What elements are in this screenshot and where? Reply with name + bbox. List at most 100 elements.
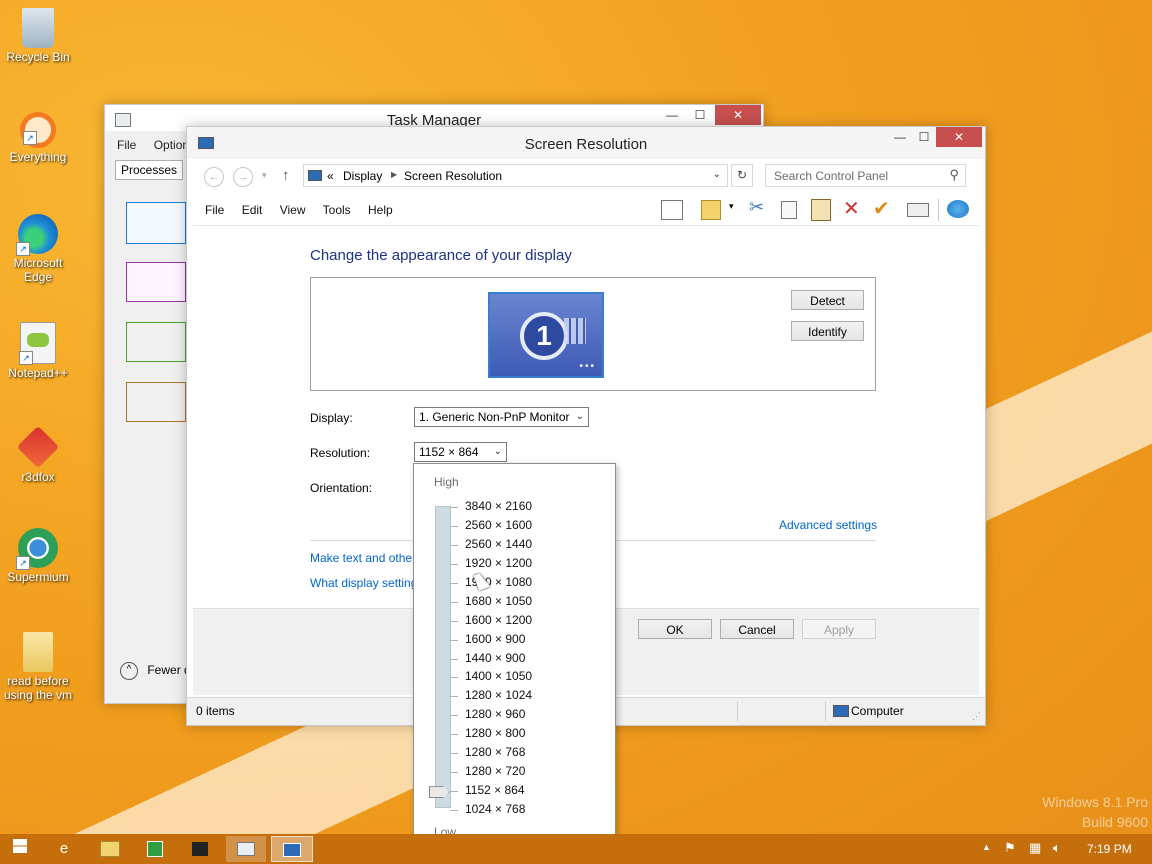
resolution-slider-track[interactable]: [435, 506, 451, 808]
control-panel-icon: [308, 170, 322, 181]
volume-muted-icon[interactable]: 🔈︎: [1053, 840, 1061, 856]
tray-overflow-icon[interactable]: ▲: [982, 842, 991, 852]
resolution-option[interactable]: 1280 × 720: [465, 764, 525, 778]
ok-button[interactable]: OK: [638, 619, 712, 639]
menu-file[interactable]: File: [117, 138, 136, 152]
slider-tick: [450, 563, 458, 565]
checkmark-icon[interactable]: ✔: [873, 196, 890, 221]
resize-grip-icon[interactable]: ⋰: [972, 711, 981, 722]
resolution-option[interactable]: 1920 × 1200: [465, 556, 532, 570]
resolution-option[interactable]: 1400 × 1050: [465, 669, 532, 683]
network-cloud-icon[interactable]: [947, 200, 969, 218]
advanced-settings-link[interactable]: Advanced settings: [779, 518, 877, 532]
back-button[interactable]: ←: [204, 167, 224, 187]
resolution-option[interactable]: 1680 × 1050: [465, 594, 532, 608]
perf-graph-cpu[interactable]: [126, 202, 186, 244]
detect-button[interactable]: Detect: [791, 290, 864, 310]
display-select[interactable]: 1. Generic Non-PnP Monitor ⌄: [414, 407, 589, 427]
address-bar[interactable]: « Display ▶ Screen Resolution ⌄: [303, 164, 728, 187]
taskbar-clock[interactable]: 7:19 PM: [1087, 842, 1132, 856]
tab-processes[interactable]: Processes: [115, 160, 184, 180]
monitor-1-tile[interactable]: 1 •••: [488, 292, 604, 378]
resolution-option[interactable]: 1152 × 864: [465, 783, 525, 797]
identify-button[interactable]: Identify: [791, 321, 864, 341]
address-dropdown-chevron-icon[interactable]: ⌄: [713, 169, 721, 180]
search-icon: ⚲: [949, 167, 959, 182]
resolution-option[interactable]: 1600 × 900: [465, 632, 525, 646]
recycle-bin-icon: [22, 8, 54, 48]
store-taskbar-icon[interactable]: [137, 836, 173, 862]
desktop-icon-supermium[interactable]: ↗ Supermium: [0, 528, 76, 584]
screen-resolution-titlebar[interactable]: Screen Resolution — ☐ ✕: [187, 127, 985, 159]
menu-file[interactable]: File: [205, 203, 224, 217]
resolution-option[interactable]: 2560 × 1440: [465, 537, 532, 551]
slider-tick: [450, 601, 458, 603]
display-label: Display:: [310, 411, 353, 425]
maximize-button[interactable]: ☐: [911, 127, 937, 147]
apply-button[interactable]: Apply: [802, 619, 876, 639]
shortcut-arrow-icon: ↗: [16, 556, 30, 570]
minimize-button[interactable]: —: [659, 105, 685, 125]
perf-graph-memory[interactable]: [126, 262, 186, 302]
notepad-plus-plus-icon: ↗: [19, 322, 56, 365]
refresh-button[interactable]: ↻: [731, 164, 753, 187]
search-box[interactable]: Search Control Panel ⚲: [765, 164, 966, 187]
rename-icon[interactable]: [907, 203, 929, 217]
breadcrumb-display[interactable]: Display: [343, 169, 382, 183]
desktop-icon-notepadpp[interactable]: ↗ Notepad++: [0, 322, 76, 380]
action-center-flag-icon[interactable]: ⚑: [1004, 840, 1016, 856]
resolution-label: Resolution:: [310, 446, 371, 460]
breadcrumb-separator-icon: ▶: [391, 170, 398, 179]
resolution-option[interactable]: 1280 × 1024: [465, 688, 532, 702]
resolution-dropdown[interactable]: High 3840 × 2160 2560 × 1600 2560 × 1440 19…: [413, 463, 616, 853]
breadcrumb-screen-resolution[interactable]: Screen Resolution: [404, 169, 502, 183]
desktop-icon-edge[interactable]: ↗ Microsoft Edge: [0, 214, 76, 284]
copy-icon[interactable]: [781, 201, 797, 219]
resolution-option[interactable]: 1280 × 960: [465, 707, 525, 721]
dropdown-chevron-icon[interactable]: ▾: [729, 201, 734, 212]
slider-tick: [450, 791, 458, 793]
desktop-icon-read-before[interactable]: read before using the vm: [0, 632, 76, 702]
close-button[interactable]: ✕: [936, 127, 982, 147]
task-manager-taskbar-button[interactable]: [226, 836, 266, 862]
resolution-option[interactable]: 1024 × 768: [465, 802, 525, 816]
resolution-option[interactable]: 1280 × 768: [465, 745, 525, 759]
menu-view[interactable]: View: [280, 203, 306, 217]
status-divider: [737, 701, 738, 721]
file-explorer-taskbar-icon[interactable]: [92, 836, 128, 862]
maximize-button[interactable]: ☐: [687, 105, 713, 125]
screen-resolution-taskbar-button[interactable]: [271, 836, 313, 862]
perf-graph-network[interactable]: [126, 382, 186, 422]
desktop-icon-label: Recycle Bin: [6, 50, 70, 64]
start-button[interactable]: [2, 836, 38, 862]
resolution-option[interactable]: 1440 × 900: [465, 651, 525, 665]
up-button[interactable]: ↑: [282, 167, 290, 184]
cut-icon[interactable]: ✂: [749, 197, 764, 218]
cancel-button[interactable]: Cancel: [720, 619, 794, 639]
close-button[interactable]: ✕: [715, 105, 761, 125]
toolbar-divider: [938, 199, 939, 221]
network-icon[interactable]: ▦: [1029, 840, 1041, 856]
desktop-icon-recycle-bin[interactable]: Recycle Bin: [0, 8, 76, 64]
internet-explorer-taskbar-icon[interactable]: e: [46, 836, 82, 862]
desktop-icon-everything[interactable]: ↗ Everything: [0, 112, 76, 164]
menu-edit[interactable]: Edit: [242, 203, 263, 217]
perf-graph-disk[interactable]: [126, 322, 186, 362]
menu-help[interactable]: Help: [368, 203, 393, 217]
resolution-option[interactable]: 1600 × 1200: [465, 613, 532, 627]
layout-pane-icon[interactable]: [661, 200, 683, 220]
desktop-icon-r3dfox[interactable]: r3dfox: [0, 425, 76, 484]
resolution-option[interactable]: 2560 × 1600: [465, 518, 532, 532]
startisback-taskbar-icon[interactable]: [182, 836, 218, 862]
recent-locations-chevron-icon[interactable]: ▾: [262, 170, 267, 181]
delete-icon[interactable]: ✕: [843, 196, 860, 221]
resolution-option[interactable]: 3840 × 2160: [465, 499, 532, 513]
properties-folder-icon[interactable]: [701, 200, 721, 220]
resolution-select[interactable]: 1152 × 864 ⌄: [414, 442, 507, 462]
minimize-button[interactable]: —: [887, 127, 913, 147]
menu-tools[interactable]: Tools: [323, 203, 351, 217]
forward-button[interactable]: →: [233, 167, 253, 187]
resolution-option[interactable]: 1280 × 800: [465, 726, 525, 740]
paste-icon[interactable]: [811, 199, 831, 221]
shortcut-arrow-icon: ↗: [16, 242, 30, 256]
